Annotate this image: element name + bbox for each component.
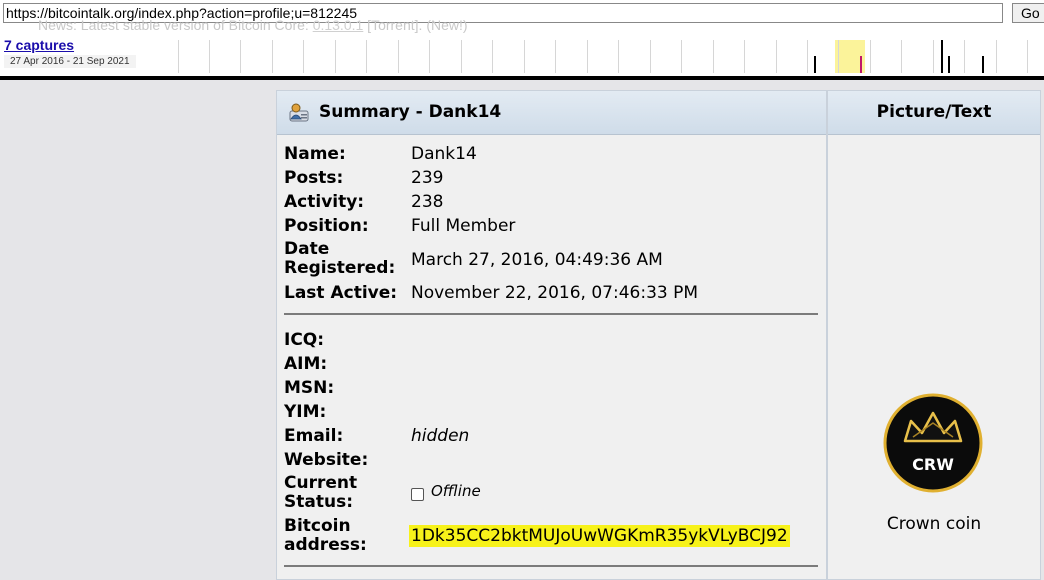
go-button[interactable]: Go (1012, 3, 1044, 23)
capture-bar (814, 56, 816, 73)
timeline-tick (744, 40, 745, 73)
timeline-tick (650, 40, 651, 73)
timeline-tick (178, 40, 179, 73)
timeline-tick (838, 40, 839, 73)
name-label: Name: (284, 144, 346, 164)
timeline-tick (524, 40, 525, 73)
status-label-2: Status: (284, 492, 353, 512)
timeline-tick (272, 40, 273, 73)
timeline-tick (366, 40, 367, 73)
posts-label: Posts: (284, 168, 344, 188)
timeline-tick (776, 40, 777, 73)
captures-link[interactable]: 7 captures (4, 37, 74, 53)
timeline-tick (933, 40, 934, 73)
website-label: Website: (284, 450, 369, 470)
bitcoin-address-value[interactable]: 1Dk35CC2bktMUJoUwWGKmR35ykVLyBCJ92 (409, 525, 790, 547)
capture-bar (948, 56, 950, 73)
bitcoin-label-2: address: (284, 535, 367, 555)
bitcoin-label-1: Bitcoin (284, 516, 351, 536)
timeline-tick (870, 40, 871, 73)
timeline-tick (398, 40, 399, 73)
news-text: News: Latest stable version of Bitcoin C… (38, 17, 313, 33)
summary-panel: Summary - Dank14 (276, 90, 827, 580)
date-registered-value: March 27, 2016, 04:49:36 AM (411, 250, 663, 270)
email-value: hidden (411, 426, 470, 446)
timeline-tick (964, 40, 965, 73)
news-rest: [Torrent]. (New!) (363, 17, 468, 33)
news-version-link: 0.13.0.1 (312, 17, 364, 33)
timeline-tick (713, 40, 714, 73)
timeline-tick (587, 40, 588, 73)
crown-coin-avatar: CRW (883, 393, 983, 493)
date-registered-label-1: Date (284, 239, 330, 259)
checkbox-icon (411, 488, 424, 501)
capture-bar (982, 56, 984, 73)
last-active-value: November 22, 2016, 07:46:33 PM (411, 283, 699, 303)
timeline-tick (996, 40, 997, 73)
timeline-tick (209, 40, 210, 73)
capture-bar-selected (860, 56, 862, 73)
timeline-tick (492, 40, 493, 73)
activity-label: Activity: (284, 192, 365, 212)
aim-label: AIM: (284, 354, 328, 374)
capture-date-range: 27 Apr 2016 - 21 Sep 2021 (4, 55, 136, 68)
timeline-tick (901, 40, 902, 73)
capture-bar (941, 40, 943, 73)
last-active-label: Last Active: (284, 283, 398, 303)
timeline-tick (555, 40, 556, 73)
yim-label: YIM: (284, 402, 327, 422)
position-value: Full Member (411, 216, 516, 236)
msn-label: MSN: (284, 378, 335, 398)
timeline-tick (335, 40, 336, 73)
logo-text: CRW (912, 455, 954, 474)
date-registered-label-2: Registered: (284, 258, 396, 278)
wayback-toolbar: https://bitcointalk.org/index.php?action… (0, 0, 1044, 80)
user-profile-icon (289, 103, 309, 122)
position-label: Position: (284, 216, 369, 236)
capture-timeline[interactable] (178, 40, 1044, 73)
status-label-1: Current (284, 473, 358, 493)
status-value: Offline (431, 482, 481, 500)
summary-title: Summary - Dank14 (319, 102, 502, 122)
timeline-tick (429, 40, 430, 73)
email-label: Email: (284, 426, 344, 446)
timeline-tick (807, 40, 808, 73)
timeline-tick (681, 40, 682, 73)
icq-label: ICQ: (284, 330, 325, 350)
picture-panel: Picture/Text (827, 90, 1041, 580)
activity-value: 238 (411, 192, 444, 212)
background-news-text: News: Latest stable version of Bitcoin C… (38, 17, 468, 33)
name-value: Dank14 (411, 144, 477, 164)
timeline-tick (303, 40, 304, 73)
divider (284, 313, 818, 315)
timeline-tick (1027, 40, 1028, 73)
timeline-tick (461, 40, 462, 73)
divider (284, 565, 818, 567)
picture-header: Picture/Text (828, 91, 1040, 135)
timeline-tick (618, 40, 619, 73)
posts-value: 239 (411, 168, 444, 188)
summary-header: Summary - Dank14 (277, 91, 826, 135)
timeline-tick (240, 40, 241, 73)
picture-caption: Crown coin (886, 514, 982, 534)
